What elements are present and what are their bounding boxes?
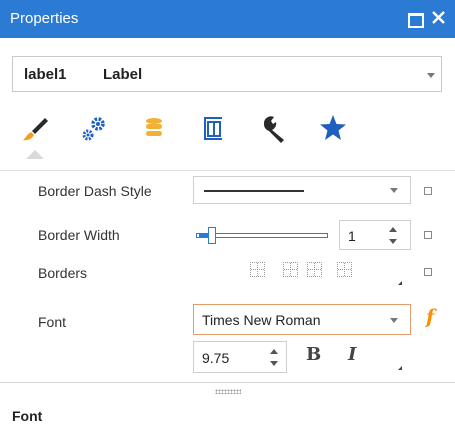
slider-thumb[interactable] bbox=[208, 227, 216, 244]
tab-layout[interactable] bbox=[198, 112, 232, 152]
window-title: Properties bbox=[10, 10, 79, 27]
expression-icon[interactable]: f bbox=[426, 306, 434, 328]
border-dash-style-reset[interactable] bbox=[424, 187, 432, 195]
tab-tasks[interactable] bbox=[258, 112, 292, 152]
tab-appearance[interactable] bbox=[18, 112, 52, 159]
tab-behavior[interactable] bbox=[78, 112, 112, 152]
spin-up-icon[interactable] bbox=[389, 227, 397, 232]
font-family-dropdown[interactable]: Times New Roman bbox=[193, 304, 411, 335]
active-tab-indicator bbox=[26, 150, 44, 159]
border-width-spinner[interactable]: 1 bbox=[339, 220, 411, 250]
font-size-value: 9.75 bbox=[202, 350, 230, 366]
database-icon bbox=[138, 118, 172, 149]
object-type: Label bbox=[103, 66, 143, 83]
title-bar: Properties bbox=[0, 0, 455, 38]
border-width-reset[interactable] bbox=[424, 231, 432, 239]
chevron-down-icon[interactable] bbox=[390, 188, 398, 193]
solid-line-swatch bbox=[204, 190, 304, 192]
description-title: Font bbox=[12, 408, 43, 424]
spin-down-icon[interactable] bbox=[389, 239, 397, 244]
category-toolbar bbox=[12, 112, 452, 162]
brush-icon bbox=[18, 118, 52, 149]
layout-icon bbox=[198, 117, 232, 149]
bold-button[interactable]: B bbox=[306, 344, 321, 365]
description-splitter[interactable] bbox=[0, 382, 455, 400]
object-selector[interactable]: label1 Label bbox=[12, 56, 442, 92]
font-expand-icon[interactable] bbox=[398, 366, 402, 370]
border-width-value: 1 bbox=[348, 228, 356, 244]
font-family-value: Times New Roman bbox=[202, 312, 321, 328]
spin-up-icon[interactable] bbox=[270, 349, 278, 354]
chevron-down-icon[interactable] bbox=[427, 73, 435, 78]
border-width-label: Border Width bbox=[38, 227, 120, 243]
borders-reset[interactable] bbox=[424, 268, 432, 276]
tab-favorites[interactable] bbox=[318, 112, 352, 152]
grip-icon[interactable] bbox=[215, 389, 241, 394]
object-name: label1 bbox=[24, 66, 67, 83]
border-top-bottom-icon[interactable] bbox=[283, 262, 298, 277]
font-size-spinner[interactable]: 9.75 bbox=[193, 341, 287, 373]
font-label: Font bbox=[38, 314, 67, 330]
borders-expand-icon[interactable] bbox=[398, 281, 402, 285]
gears-icon bbox=[78, 117, 112, 149]
wrench-icon bbox=[258, 116, 292, 149]
border-left-right-icon[interactable] bbox=[307, 262, 322, 277]
tab-data[interactable] bbox=[138, 112, 172, 152]
borders-label: Borders bbox=[38, 265, 88, 281]
chevron-down-icon[interactable] bbox=[390, 318, 398, 323]
border-bottom-icon[interactable] bbox=[337, 262, 352, 277]
spin-down-icon[interactable] bbox=[270, 361, 278, 366]
italic-button[interactable]: I bbox=[348, 344, 356, 365]
border-all-icon[interactable] bbox=[250, 262, 265, 277]
close-icon[interactable] bbox=[430, 9, 448, 27]
border-dash-style-dropdown[interactable] bbox=[193, 176, 411, 204]
maximize-icon[interactable] bbox=[406, 9, 424, 28]
border-dash-style-label: Border Dash Style bbox=[38, 183, 152, 199]
star-icon bbox=[318, 115, 352, 149]
